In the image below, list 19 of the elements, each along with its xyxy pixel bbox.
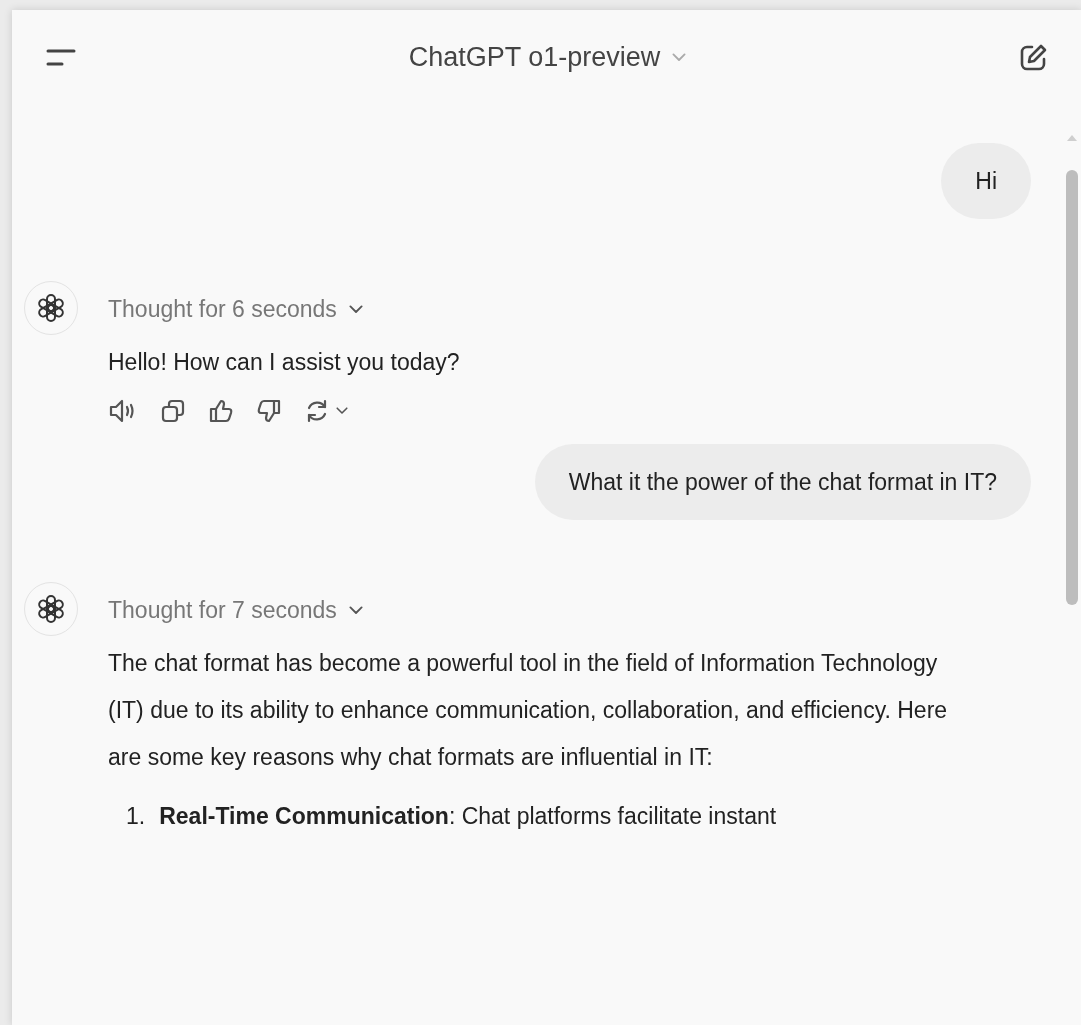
chevron-down-icon xyxy=(348,605,363,615)
response-paragraph: The chat format has become a powerful tool in the field of Information Technology (IT) due to its ability to enhance communication, collaboration, and efficiency. Here are some key reasons why chat formats are influential in IT: xyxy=(108,649,949,772)
model-title[interactable]: ChatGPT o1-preview xyxy=(408,42,661,73)
thumbs-down-icon[interactable] xyxy=(256,398,282,424)
list-number: 1. xyxy=(126,802,146,831)
user-message: Hi xyxy=(941,143,1031,219)
knot-logo-icon xyxy=(35,593,67,625)
thought-duration[interactable]: Thought for 7 seconds xyxy=(108,596,337,624)
chevron-down-icon xyxy=(348,304,363,314)
thought-duration[interactable]: Thought for 6 seconds xyxy=(108,295,337,323)
response-paragraph: Hello! How can I assist you today? xyxy=(108,348,461,377)
thumbs-up-icon[interactable] xyxy=(208,398,234,424)
list-item-text: Real-Time Communication: Chat platforms facilitate instant xyxy=(159,802,777,831)
copy-icon[interactable] xyxy=(160,398,186,424)
regenerate-caret-icon xyxy=(336,407,348,415)
user-message: What it the power of the chat format in IT? xyxy=(534,444,1031,520)
chevron-down-icon xyxy=(672,53,687,62)
knot-logo-icon xyxy=(35,292,67,324)
scrollbar-thumb[interactable] xyxy=(1066,170,1078,605)
